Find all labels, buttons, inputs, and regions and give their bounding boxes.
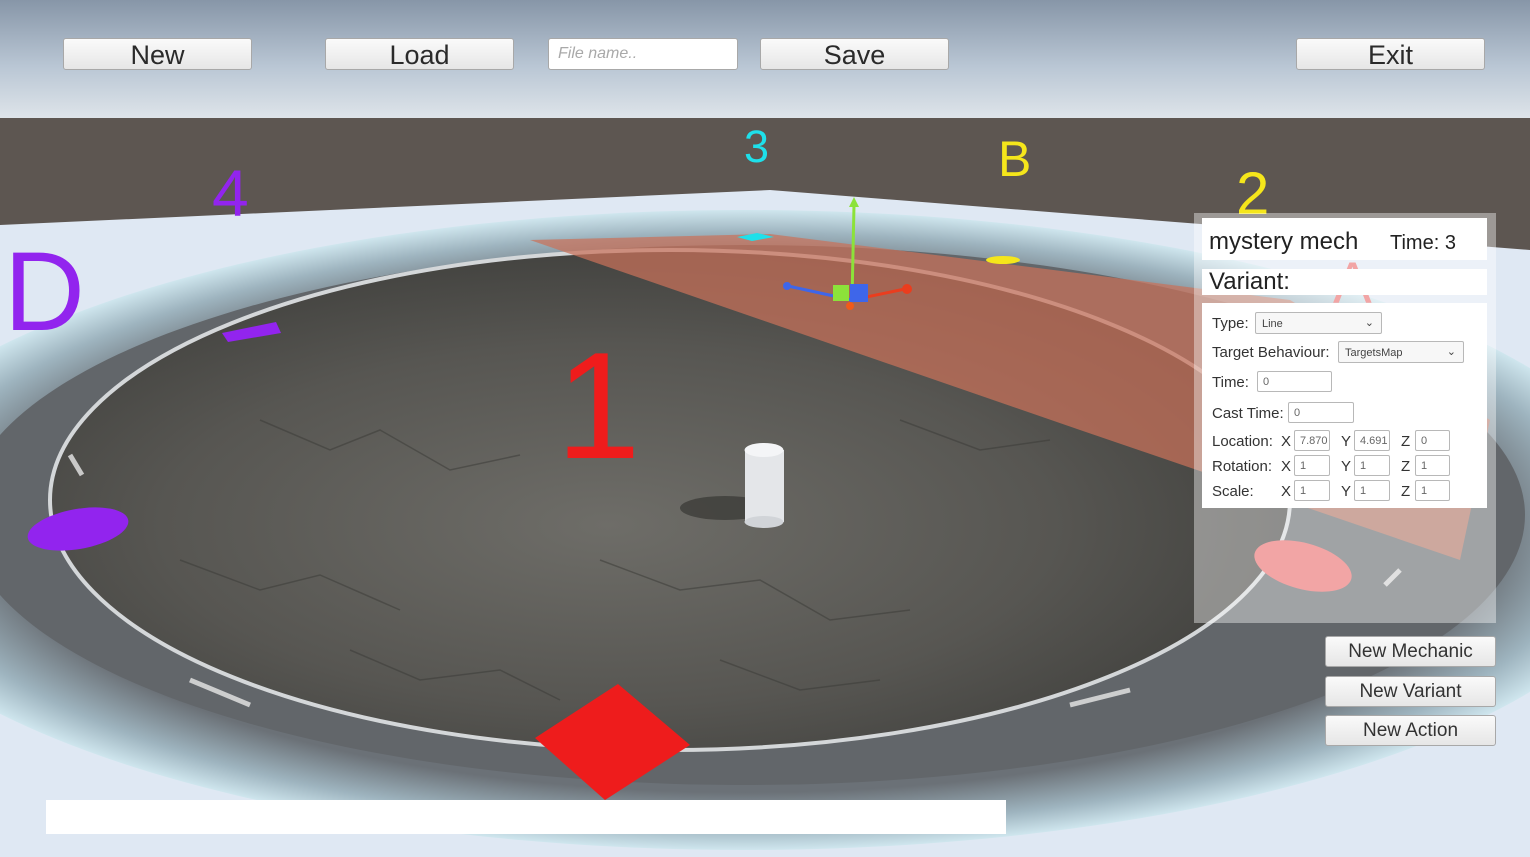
chevron-down-icon: ⌄ [1364,317,1374,329]
player-cylinder [745,450,784,522]
variant-properties: Type: Line ⌄ Target Behaviour: TargetsMa… [1202,303,1487,508]
rotation-z-axis: Z [1401,458,1411,475]
chevron-down-icon: ⌄ [1446,346,1456,358]
mechanic-time: Time: 3 [1390,232,1456,254]
file-name-input[interactable] [548,38,738,70]
rotation-y-axis: Y [1341,458,1352,475]
scale-y-input[interactable]: 1 [1354,480,1390,501]
marker-label-1: 1 [556,321,641,491]
exit-button[interactable]: Exit [1296,38,1485,70]
scale-x-axis: X [1281,483,1292,500]
scale-x-input[interactable]: 1 [1294,480,1330,501]
location-y-axis: Y [1341,433,1352,450]
rotation-y-input[interactable]: 1 [1354,455,1390,476]
rotation-x-axis: X [1281,458,1292,475]
location-x-input[interactable]: 7.870 [1294,430,1330,451]
save-button[interactable]: Save [760,38,949,70]
waymark-b-circle [986,256,1020,264]
scale-label: Scale: [1212,483,1254,500]
location-z-input[interactable]: 0 [1415,430,1450,451]
mechanic-name: mystery mech [1209,228,1359,255]
type-select-value: Line [1262,318,1283,330]
location-y-input[interactable]: 4.691 [1354,430,1390,451]
rotation-z-input[interactable]: 1 [1415,455,1450,476]
timeline-bar[interactable] [46,800,1006,834]
marker-label-d: D [4,229,85,354]
type-label: Type: [1212,315,1249,332]
load-button[interactable]: Load [325,38,514,70]
new-action-button[interactable]: New Action [1325,715,1496,746]
cast-time-input[interactable]: 0 [1288,402,1354,423]
marker-label-4: 4 [212,156,249,230]
rotation-x-input[interactable]: 1 [1294,455,1330,476]
scale-z-input[interactable]: 1 [1415,480,1450,501]
rotation-label: Rotation: [1212,458,1273,475]
variant-header[interactable]: Variant: [1202,268,1487,295]
mechanic-header[interactable]: mystery mech Time: 3 [1202,218,1487,260]
target-behaviour-label: Target Behaviour: [1212,344,1330,361]
target-behaviour-select[interactable]: TargetsMap ⌄ [1338,341,1464,363]
scale-z-axis: Z [1401,483,1411,500]
marker-label-b: B [998,131,1032,187]
location-x-axis: X [1281,433,1292,450]
new-variant-button[interactable]: New Variant [1325,676,1496,707]
new-button[interactable]: New [63,38,252,70]
marker-label-3: 3 [744,121,770,172]
location-z-axis: Z [1401,433,1411,450]
target-behaviour-value: TargetsMap [1345,347,1403,359]
location-label: Location: [1212,433,1273,450]
time-field-label: Time: [1212,374,1249,391]
time-input[interactable]: 0 [1257,371,1332,392]
type-select[interactable]: Line ⌄ [1255,312,1382,334]
mechanic-panel: mystery mech Time: 3 Variant: Type: Line… [1194,213,1496,623]
variant-label: Variant: [1209,268,1290,295]
scale-y-axis: Y [1341,483,1352,500]
cast-time-label: Cast Time: [1212,405,1284,422]
new-mechanic-button[interactable]: New Mechanic [1325,636,1496,667]
